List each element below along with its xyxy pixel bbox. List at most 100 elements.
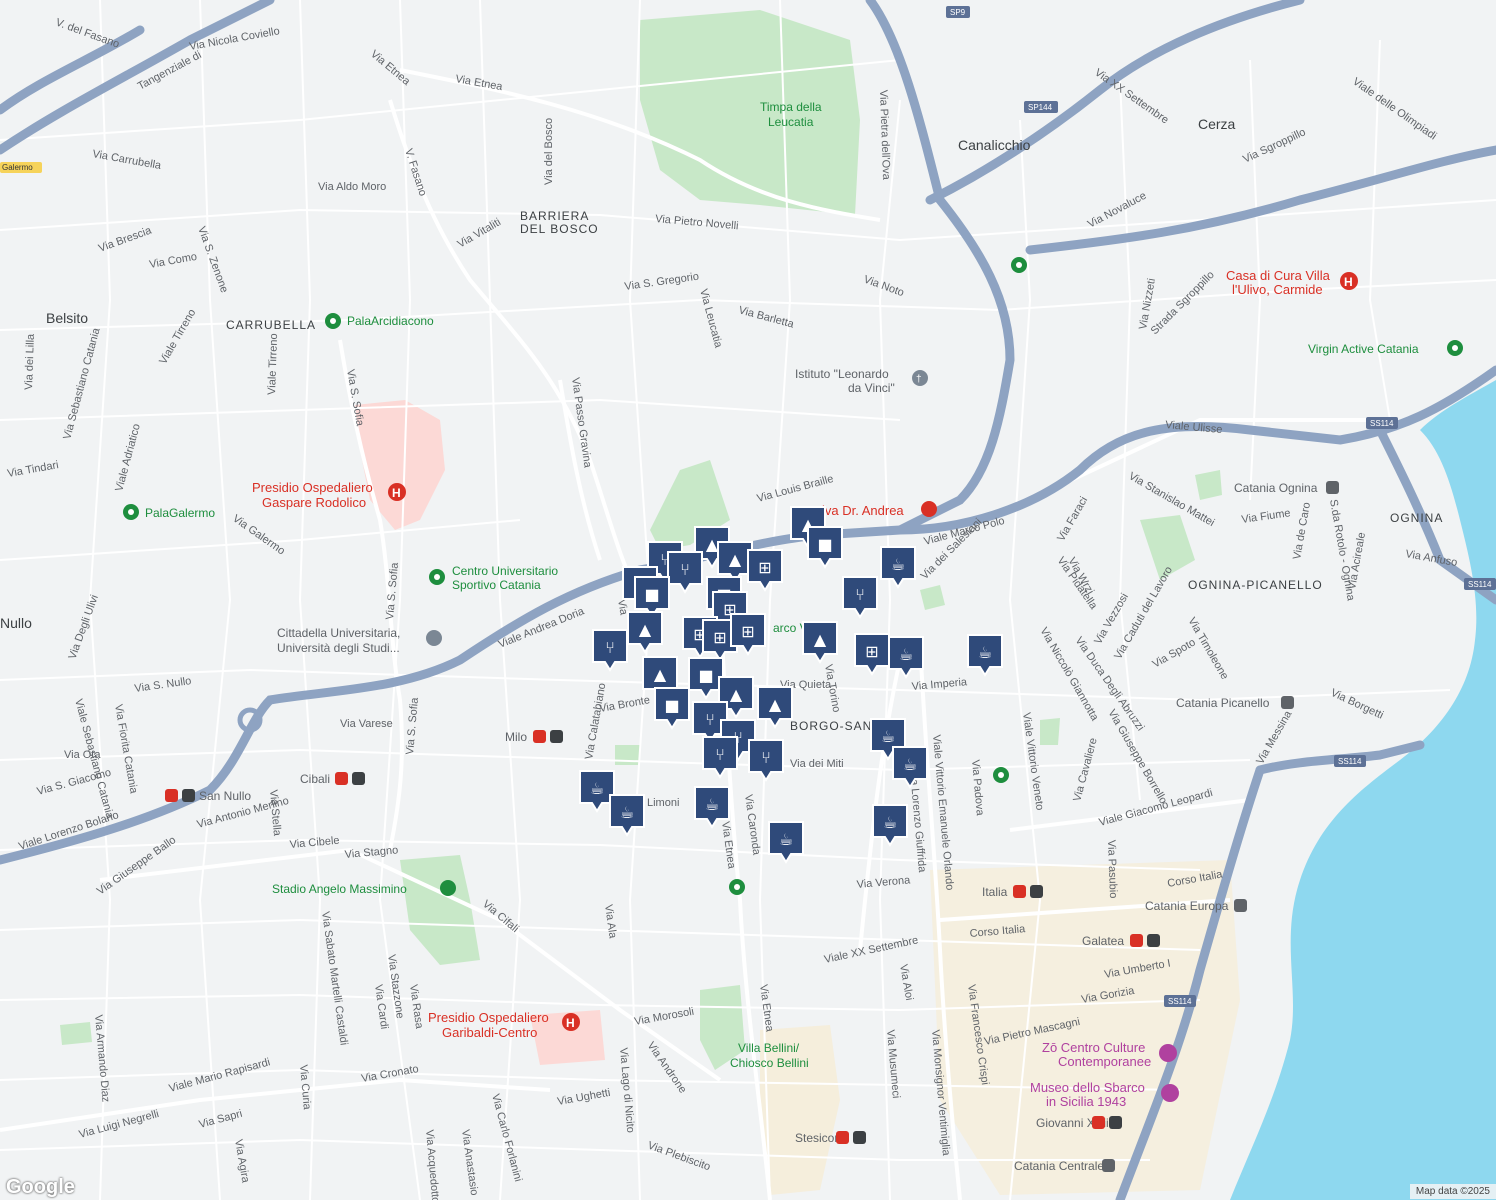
metro-icon [853,1131,866,1144]
svg-text:l'Ulivo, Carmide: l'Ulivo, Carmide [1232,282,1323,297]
svg-text:Gaspare Rodolico: Gaspare Rodolico [262,495,366,510]
svg-text:SP144: SP144 [1028,103,1053,112]
svg-text:⑂: ⑂ [605,638,615,657]
svg-text:Villa Bellini/: Villa Bellini/ [738,1041,800,1055]
svg-text:H: H [1344,275,1353,289]
svg-text:Canalicchio: Canalicchio [958,137,1031,153]
svg-text:San Nullo: San Nullo [199,789,251,803]
svg-text:Via del Bosco: Via del Bosco [543,118,555,185]
svg-text:Limoni: Limoni [647,797,679,809]
svg-text:Garibaldi-Centro: Garibaldi-Centro [442,1025,537,1040]
svg-text:SS114: SS114 [1168,997,1192,1006]
svg-text:Milo: Milo [505,730,527,744]
metro-icon [550,730,563,743]
svg-text:Nullo: Nullo [0,615,32,631]
svg-text:Catania Picanello: Catania Picanello [1176,696,1270,710]
svg-text:■: ■ [644,585,659,604]
poi-villa-bellini[interactable]: Villa Bellini/ Chiosco Bellini [730,1041,809,1070]
svg-text:■: ■ [817,535,832,554]
svg-text:⊞: ⊞ [713,628,726,647]
svg-text:Galatea: Galatea [1082,934,1124,948]
svg-text:SS114: SS114 [1338,757,1362,766]
svg-text:SS114: SS114 [1468,580,1492,589]
svg-text:Cibali: Cibali [300,772,330,786]
metro-icon [533,730,546,743]
svg-text:Istituto "Leonardo: Istituto "Leonardo [795,367,889,381]
svg-text:Via Varese: Via Varese [340,718,393,730]
svg-text:Sportivo Catania: Sportivo Catania [452,578,541,592]
svg-text:iva Dr. Andrea: iva Dr. Andrea [822,503,904,518]
svg-text:OGNINA: OGNINA [1390,511,1443,525]
svg-text:⊞: ⊞ [741,622,754,641]
svg-text:☕: ☕ [881,727,895,746]
svg-text:†: † [916,374,922,385]
svg-text:Galermo: Galermo [2,163,33,172]
svg-text:Leucatia: Leucatia [768,115,814,129]
svg-text:Contemporanee: Contemporanee [1058,1054,1151,1069]
svg-text:▲: ▲ [769,695,782,714]
shield-ss114-a: SS114 [1366,417,1398,429]
svg-text:⊞: ⊞ [865,642,878,661]
shield-ss114-b: SS114 [1464,578,1496,590]
poi-timpa[interactable]: Timpa della Leucatia [760,100,822,129]
metro-icon [1147,934,1160,947]
museum-icon [1161,1084,1179,1102]
svg-text:☕: ☕ [779,830,793,849]
svg-text:▲: ▲ [706,535,719,554]
svg-text:Catania Europa: Catania Europa [1145,899,1229,913]
svg-text:Via Pasubio: Via Pasubio [1105,840,1119,899]
museum-icon [1159,1044,1177,1062]
svg-text:Via dei Miti: Via dei Miti [790,758,844,770]
shield-ss114-d: SS114 [1164,995,1196,1007]
svg-text:PalaArcidiacono: PalaArcidiacono [347,314,434,328]
svg-text:Cittadella Universitaria,: Cittadella Universitaria, [277,626,400,640]
svg-text:Stadio Angelo Massimino: Stadio Angelo Massimino [272,882,407,896]
metro-icon [352,772,365,785]
svg-text:Università degli Studi...: Università degli Studi... [277,641,400,655]
svg-text:Casa di Cura Villa: Casa di Cura Villa [1226,268,1331,283]
svg-text:CARRUBELLA: CARRUBELLA [226,318,316,332]
svg-text:Belsito: Belsito [46,310,88,326]
svg-text:▲: ▲ [639,620,652,639]
metro-icon [1092,1116,1105,1129]
svg-text:Centro Universitario: Centro Universitario [452,564,558,578]
svg-text:Italia: Italia [982,885,1008,899]
svg-text:BORGO-SAN: BORGO-SAN [790,719,872,733]
svg-text:Chiosco Bellini: Chiosco Bellini [730,1056,809,1070]
svg-text:☕: ☕ [903,755,917,774]
train-icon [1234,899,1247,912]
svg-text:BARRIERA: BARRIERA [520,209,589,223]
svg-text:▲: ▲ [814,630,827,649]
svg-text:Viale Tirreno: Viale Tirreno [266,333,280,395]
shield-ss114-c: SS114 [1334,755,1366,767]
svg-text:in Sicilia 1943: in Sicilia 1943 [1046,1094,1126,1109]
hospital-icon [921,501,937,517]
train-icon [1326,481,1339,494]
svg-text:Presidio Ospedaliero: Presidio Ospedaliero [252,480,373,495]
stadium-icon [440,880,456,896]
metro-icon [1030,885,1043,898]
svg-text:SS114: SS114 [1370,419,1394,428]
svg-text:H: H [566,1016,575,1030]
shield-galermo: Galermo [0,162,42,173]
svg-text:H: H [392,486,401,500]
map-attribution[interactable]: Map data ©2025 [1409,1184,1496,1199]
svg-text:☕: ☕ [620,803,634,822]
shield-sp144: SP144 [1024,101,1058,113]
svg-text:▲: ▲ [729,550,742,569]
svg-text:SP9: SP9 [950,8,966,17]
metro-icon [1013,885,1026,898]
metro-icon [182,789,195,802]
svg-text:⑂: ⑂ [855,585,865,604]
train-icon [1102,1159,1115,1172]
svg-text:DEL BOSCO: DEL BOSCO [520,222,599,236]
svg-text:⑂: ⑂ [761,748,771,767]
metro-icon [836,1131,849,1144]
svg-text:☕: ☕ [590,779,604,798]
svg-text:Virgin Active Catania: Virgin Active Catania [1308,342,1419,356]
map-canvas[interactable]: SP9 SP144 SS114 SS114 SS114 SS114 Galerm… [0,0,1496,1200]
svg-text:☕: ☕ [891,555,905,574]
svg-text:■: ■ [698,666,713,685]
svg-text:☕: ☕ [978,643,992,662]
svg-text:▲: ▲ [730,685,743,704]
